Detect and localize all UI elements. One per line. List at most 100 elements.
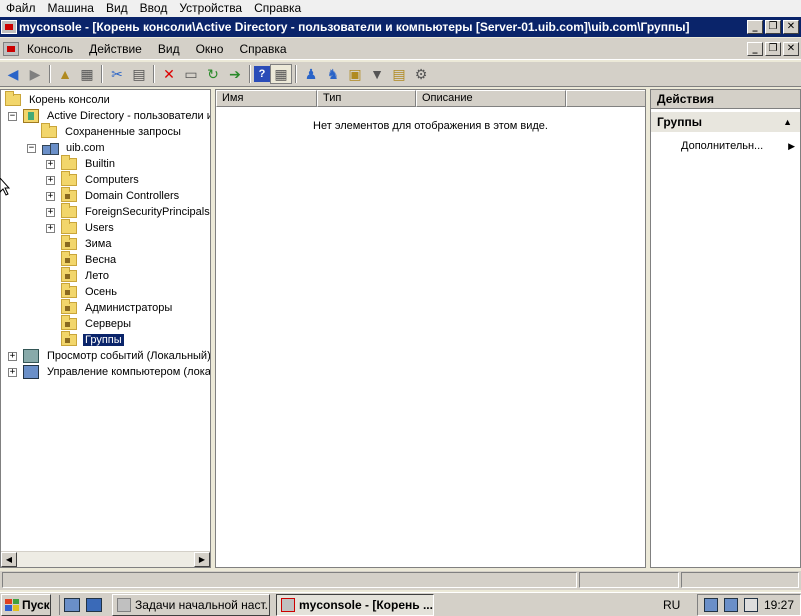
host-menu-help[interactable]: Справка xyxy=(248,0,307,17)
system-tray: 19:27 xyxy=(696,594,801,616)
tree-item-saved-queries[interactable]: Сохраненные запросы xyxy=(41,123,183,140)
mmc-app-icon[interactable] xyxy=(1,20,17,34)
new-user-icon[interactable]: ♟ xyxy=(300,64,322,84)
console-menu-icon[interactable] xyxy=(3,41,19,56)
child-close-button[interactable]: ✕ xyxy=(783,41,799,56)
tree-item-domain[interactable]: − uib.com xyxy=(27,140,107,156)
volume-muted-icon[interactable] xyxy=(743,598,758,612)
column-description[interactable]: Описание xyxy=(416,90,566,107)
expand-toggle-icon[interactable]: + xyxy=(46,191,55,201)
collapse-up-icon[interactable]: ▲ xyxy=(783,112,792,132)
domain-icon xyxy=(42,141,59,155)
menu-help[interactable]: Справка xyxy=(231,42,294,56)
menu-action[interactable]: Действие xyxy=(81,42,150,56)
server-manager-icon[interactable] xyxy=(64,597,80,612)
network-icon[interactable] xyxy=(703,598,718,612)
tree-item-aduc[interactable]: − Active Directory - пользователи и xyxy=(8,108,210,124)
tree-item-ou-vesna[interactable]: Весна xyxy=(61,251,118,268)
start-button[interactable]: Пуск xyxy=(1,593,51,616)
host-menu-view[interactable]: Вид xyxy=(100,0,134,17)
add-to-group-icon[interactable]: ⚙ xyxy=(410,64,432,84)
folder-icon xyxy=(61,203,77,218)
actions-pane: Действия Группы ▲ Дополнительн... ▶ xyxy=(650,89,801,568)
menu-console[interactable]: Консоль xyxy=(19,42,81,56)
expand-toggle-icon[interactable]: + xyxy=(46,207,55,217)
collapse-toggle-icon[interactable]: − xyxy=(8,111,17,121)
show-action-pane-icon[interactable]: ▦ xyxy=(270,64,292,84)
export-icon[interactable]: ➔ xyxy=(224,64,246,84)
tree-item-ou-groups[interactable]: Группы xyxy=(61,331,124,348)
mmc-app-icon xyxy=(281,597,295,612)
tree-item-computers[interactable]: + Computers xyxy=(46,171,141,188)
host-menu-file[interactable]: Файл xyxy=(0,0,42,17)
column-type[interactable]: Тип xyxy=(317,90,416,107)
tree-horizontal-scrollbar[interactable]: ◀ ▶ xyxy=(1,551,210,567)
action-more-actions[interactable]: Дополнительн... ▶ xyxy=(681,138,799,154)
cut-icon[interactable]: ✂ xyxy=(106,64,128,84)
computer-management-icon xyxy=(23,365,39,379)
host-menu-machine[interactable]: Машина xyxy=(42,0,100,17)
language-indicator[interactable]: RU xyxy=(657,594,686,616)
host-menu-devices[interactable]: Устройства xyxy=(173,0,248,17)
actions-group-label: Группы xyxy=(657,115,702,129)
taskbar-item-initial-config[interactable]: Задачи начальной наст... xyxy=(112,593,270,616)
new-group-icon[interactable]: ♞ xyxy=(322,64,344,84)
tree-item-ou-administrators[interactable]: Администраторы xyxy=(61,299,174,316)
tree-item-ou-leto[interactable]: Лето xyxy=(61,267,111,284)
close-button[interactable]: ✕ xyxy=(783,20,799,34)
expand-toggle-icon[interactable]: + xyxy=(8,351,17,361)
tree-item-console-root[interactable]: Корень консоли xyxy=(5,91,112,108)
tree-item-label: Серверы xyxy=(85,318,132,330)
filter-icon[interactable]: ▼ xyxy=(366,64,388,84)
scroll-track[interactable] xyxy=(17,552,194,567)
up-icon[interactable]: ▲ xyxy=(54,64,76,84)
collapse-toggle-icon[interactable]: − xyxy=(27,143,36,153)
clock[interactable]: 19:27 xyxy=(764,598,794,612)
properties-icon[interactable]: ▭ xyxy=(180,64,202,84)
child-minimize-button[interactable]: _ xyxy=(747,41,763,56)
ou-folder-icon xyxy=(61,187,77,202)
expand-toggle-icon[interactable]: + xyxy=(46,175,55,185)
taskbar-item-myconsole[interactable]: myconsole - [Корень ... xyxy=(276,593,434,616)
host-menu-input[interactable]: Ввод xyxy=(134,0,174,17)
tree-item-domain-controllers[interactable]: + Domain Controllers xyxy=(46,187,181,204)
restore-button[interactable]: ❐ xyxy=(765,20,781,34)
results-pane[interactable]: Имя Тип Описание Нет элементов для отобр… xyxy=(215,89,646,568)
menu-view[interactable]: Вид xyxy=(150,42,188,56)
toolbar: ◀ ▶ ▲ ▦ ✂ ▤ ✕ ▭ ↻ ➔ ? ▦ ♟ ♞ ▣ ▼ ▤ ⚙ xyxy=(0,62,801,87)
column-name[interactable]: Имя xyxy=(216,90,317,107)
tree-item-event-viewer[interactable]: + Просмотр событий (Локальный) xyxy=(8,348,210,364)
forward-icon[interactable]: ▶ xyxy=(24,64,46,84)
paste-icon[interactable]: ▤ xyxy=(128,64,150,84)
new-ou-icon[interactable]: ▣ xyxy=(344,64,366,84)
window-title-bar[interactable]: myconsole - [Корень консоли\Active Direc… xyxy=(0,17,801,37)
tree-item-users[interactable]: + Users xyxy=(46,219,116,236)
show-tree-icon[interactable]: ▦ xyxy=(76,64,98,84)
back-icon[interactable]: ◀ xyxy=(2,64,24,84)
expand-toggle-icon[interactable]: + xyxy=(46,159,55,169)
tree-item-foreign-security-principals[interactable]: + ForeignSecurityPrincipals xyxy=(46,203,210,220)
show-desktop-icon[interactable] xyxy=(86,597,102,612)
actions-group-groups[interactable]: Группы ▲ xyxy=(651,112,800,132)
expand-toggle-icon[interactable]: + xyxy=(8,367,17,377)
tree-item-ou-servers[interactable]: Серверы xyxy=(61,315,133,332)
find-icon[interactable]: ▤ xyxy=(388,64,410,84)
child-restore-button[interactable]: ❐ xyxy=(765,41,781,56)
tree-item-ou-osen[interactable]: Осень xyxy=(61,283,119,300)
delete-icon[interactable]: ✕ xyxy=(158,64,180,84)
ou-folder-icon xyxy=(61,331,77,346)
console-tree-pane[interactable]: Корень консоли − Active Directory - поль… xyxy=(0,89,211,568)
minimize-button[interactable]: _ xyxy=(747,20,763,34)
scroll-left-icon[interactable]: ◀ xyxy=(1,552,17,567)
help-icon[interactable]: ? xyxy=(254,66,270,82)
expand-toggle-icon[interactable]: + xyxy=(46,223,55,233)
tree-item-builtin[interactable]: + Builtin xyxy=(46,155,117,172)
tree-item-ou-zima[interactable]: Зима xyxy=(61,235,113,252)
scroll-right-icon[interactable]: ▶ xyxy=(194,552,210,567)
server-icon[interactable] xyxy=(723,598,738,612)
folder-icon xyxy=(61,219,77,234)
tree-item-computer-management[interactable]: + Управление компьютером (лока xyxy=(8,364,210,380)
menu-window[interactable]: Окно xyxy=(188,42,232,56)
tree-item-label: Осень xyxy=(85,286,117,298)
refresh-icon[interactable]: ↻ xyxy=(202,64,224,84)
